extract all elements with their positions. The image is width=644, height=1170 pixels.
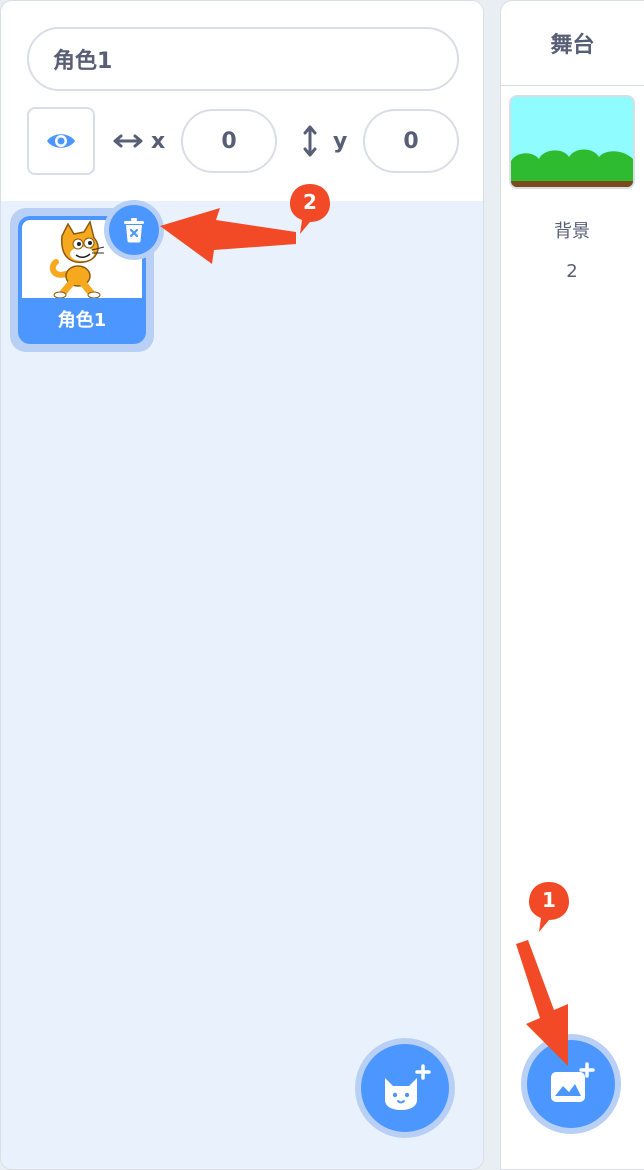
- backdrops-label: 背景: [554, 221, 590, 242]
- add-sprite-icon: [385, 1064, 431, 1110]
- callout-1-number: 1: [542, 888, 556, 912]
- eye-icon: [47, 134, 75, 148]
- callout-1: 1: [527, 880, 571, 932]
- callout-2: 2: [288, 182, 332, 234]
- sprite-name-input[interactable]: [27, 27, 459, 91]
- x-label-text: x: [151, 128, 166, 154]
- add-backdrop-button[interactable]: [527, 1040, 615, 1128]
- vertical-arrows-icon: [303, 125, 317, 157]
- stage-header: 舞台: [501, 1, 644, 86]
- stage-pane: 舞台 背景 2: [500, 0, 644, 1170]
- delete-sprite-button[interactable]: [104, 200, 164, 260]
- trash-icon: [124, 218, 144, 243]
- sprite-info-bar: x y: [1, 1, 483, 202]
- show-sprite-button[interactable]: [27, 107, 95, 175]
- sprite-pane: x y: [0, 0, 484, 1170]
- x-axis-label: x: [113, 121, 165, 161]
- add-backdrop-icon: [551, 1062, 595, 1102]
- add-sprite-button-halo: [355, 1038, 455, 1138]
- backdrops-count: 2: [566, 261, 578, 282]
- add-sprite-button[interactable]: [361, 1044, 449, 1132]
- horizontal-arrows-icon: [113, 134, 143, 148]
- sprite-tile-label: 角色1: [57, 310, 107, 331]
- y-coordinate-input[interactable]: [363, 109, 459, 173]
- y-label-text: y: [333, 128, 348, 154]
- stage-backdrop-thumbnail[interactable]: [509, 95, 635, 189]
- callout-2-number: 2: [303, 190, 317, 214]
- y-axis-label: y: [301, 121, 347, 161]
- add-backdrop-button-halo: [521, 1034, 621, 1134]
- x-coordinate-input[interactable]: [181, 109, 277, 173]
- backdrop-preview: [511, 97, 633, 187]
